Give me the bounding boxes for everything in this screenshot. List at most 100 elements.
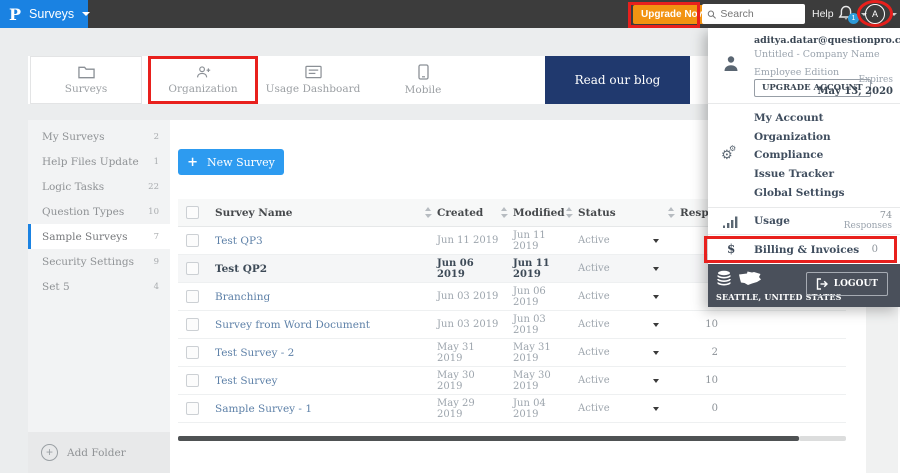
select-all-checkbox[interactable] [186,206,199,219]
account-info-section: aditya.datar@questionpro.c... Untitled -… [708,28,900,104]
account-email: aditya.datar@questionpro.c... [754,35,900,46]
folder-count: 7 [153,231,159,242]
brand-label: Surveys [29,7,75,21]
status-dropdown-caret[interactable] [653,378,659,383]
survey-name-link[interactable]: Branching [215,291,424,303]
survey-name-link[interactable]: Test QP2 [215,263,424,275]
brand-surveys-menu[interactable]: P Surveys [0,0,91,28]
sort-icon [668,207,675,218]
search-icon [707,10,716,19]
survey-name-link[interactable]: Survey from Word Document [215,319,424,331]
folder-count: 2 [153,131,159,142]
app-root: P Surveys Upgrade Now Help 1 A [0,0,900,473]
add-folder-button[interactable]: + Add Folder [28,432,170,473]
created-date: Jun 06 2019 [437,257,474,280]
header-label: Modified [513,206,565,219]
header-modified[interactable]: Modified [500,207,565,219]
search-box[interactable] [702,4,805,24]
new-survey-label: New Survey [207,155,275,169]
status-value: Active [578,347,610,358]
folder-label: Logic Tasks [42,180,105,193]
menu-item-organization[interactable]: Organization [708,131,900,143]
menu-item-compliance[interactable]: Compliance [708,149,900,161]
status-dropdown-caret[interactable] [653,406,659,411]
sidebar-item-my-surveys[interactable]: My Surveys 2 [28,124,170,149]
bar-chart-icon [723,216,738,228]
tab-usage-dashboard[interactable]: Usage Dashboard [258,56,368,104]
usage-label: Usage [754,215,790,227]
tab-label: Organization [168,83,238,95]
notification-badge: 1 [848,13,859,24]
tab-surveys[interactable]: Surveys [30,56,142,104]
survey-name-link[interactable]: Sample Survey - 1 [215,403,424,415]
header-status[interactable]: Status [565,207,667,219]
horizontal-scrollbar-track [799,436,846,441]
menu-item-global-settings[interactable]: Global Settings [708,187,900,199]
table-row: Survey from Word Document Jun 03 2019 Ju… [178,311,846,339]
status-dropdown-caret[interactable] [653,266,659,271]
survey-name-link[interactable]: Test Survey [215,375,424,387]
usage-unit: Responses [843,221,892,231]
menu-item-billing-invoices[interactable]: $ Billing & Invoices 0 [708,235,900,264]
created-date: May 31 2019 [437,341,475,364]
menu-item-issue-tracker[interactable]: Issue Tracker [708,168,900,180]
horizontal-scrollbar-thumb[interactable] [178,436,799,441]
folder-count: 1 [153,156,159,167]
folder-label: Set 5 [42,280,70,293]
dollar-icon: $ [727,242,736,256]
sidebar-item-sample-surveys[interactable]: Sample Surveys 7 [28,224,170,249]
status-value: Active [578,263,610,274]
billing-value: 0 [871,244,878,255]
new-survey-button[interactable]: + New Survey [178,149,284,175]
row-checkbox[interactable] [186,262,199,275]
table-row: Test Survey - 2 May 31 2019 May 31 2019 … [178,339,846,367]
dashboard-icon [304,65,322,79]
folder-label: Sample Surveys [42,230,128,243]
status-dropdown-caret[interactable] [653,294,659,299]
gears-icon: ⚙ ⚙ [721,144,737,163]
row-checkbox[interactable] [186,290,199,303]
status-dropdown-caret[interactable] [653,238,659,243]
modified-date: Jun 06 2019 [513,285,546,308]
row-checkbox[interactable] [186,402,199,415]
tab-mobile[interactable]: Mobile [368,56,478,104]
header-survey-name: Survey Name [215,206,293,219]
header-label: Status [578,206,616,219]
status-value: Active [578,375,610,386]
status-dropdown-caret[interactable] [653,322,659,327]
created-date: Jun 11 2019 [437,235,499,246]
row-checkbox[interactable] [186,234,199,247]
survey-name-link[interactable]: Test Survey - 2 [215,347,424,359]
help-link[interactable]: Help [812,8,834,20]
avatar[interactable]: A [865,4,885,24]
usage-value-block: 74 Responses [844,210,892,232]
tab-organization[interactable]: Organization [148,56,258,104]
sidebar-item-question-types[interactable]: Question Types 10 [28,199,170,224]
sidebar-item-security-settings[interactable]: Security Settings 9 [28,249,170,274]
header-created[interactable]: Created [424,207,500,219]
logout-button[interactable]: LOGOUT [805,272,888,296]
row-checkbox[interactable] [186,346,199,359]
account-edition: Employee Edition [754,67,840,78]
survey-name-link[interactable]: Test QP3 [215,235,424,247]
menu-item-usage[interactable]: Usage 74 Responses [708,208,900,235]
sidebar-item-help-files-update[interactable]: Help Files Update 1 [28,149,170,174]
sidebar-item-set-5[interactable]: Set 5 4 [28,274,170,299]
folder-count: 10 [148,206,159,217]
sort-icon [501,207,508,218]
modified-date: Jun 04 2019 [513,397,546,420]
add-people-icon [197,66,211,78]
search-input[interactable] [720,8,800,20]
read-our-blog-banner[interactable]: Read our blog [545,56,690,104]
created-date: Jun 03 2019 [437,291,499,302]
row-checkbox[interactable] [186,318,199,331]
row-checkbox[interactable] [186,374,199,387]
status-dropdown-caret[interactable] [653,350,659,355]
logout-label: LOGOUT [833,279,878,289]
table-row: Sample Survey - 1 May 29 2019 Jun 04 201… [178,395,846,423]
logout-icon [816,278,828,290]
sidebar-item-logic-tasks[interactable]: Logic Tasks 22 [28,174,170,199]
header-label: Created [437,206,484,219]
menu-item-my-account[interactable]: My Account [708,112,900,124]
add-folder-label: Add Folder [67,446,126,459]
